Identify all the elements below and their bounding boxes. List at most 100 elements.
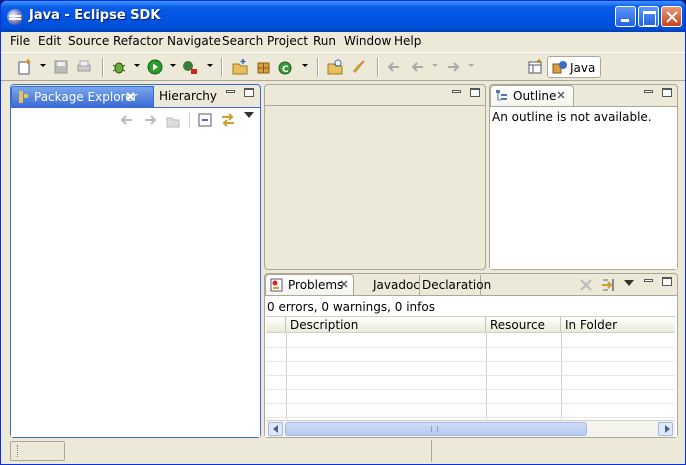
tab-hierarchy[interactable]: Hierarchy [157, 86, 217, 107]
tab-label: Hierarchy [159, 89, 218, 103]
collapse-all-icon[interactable] [198, 113, 212, 127]
grid-line [266, 375, 675, 376]
menu-search[interactable]: Search [222, 34, 263, 48]
menu-edit[interactable]: Edit [38, 34, 61, 48]
last-edit-location-icon[interactable] [386, 59, 402, 75]
chevron-right-icon [665, 425, 670, 433]
new-java-project-icon[interactable] [232, 59, 248, 75]
menu-file[interactable]: File [10, 34, 30, 48]
forward-dropdown-arrow-icon[interactable] [468, 64, 474, 67]
grid-line [486, 333, 487, 419]
menu-help[interactable]: Help [394, 34, 421, 48]
column-header-resource[interactable]: Resource [486, 317, 561, 332]
window-close-button[interactable] [661, 6, 682, 27]
minimize-icon[interactable] [452, 90, 461, 93]
chevron-left-icon [273, 425, 278, 433]
up-icon[interactable] [165, 112, 181, 128]
package-explorer-tree[interactable] [11, 131, 260, 437]
grip-icon [17, 445, 19, 457]
grid-line [561, 333, 562, 419]
view-menu-icon[interactable] [244, 112, 254, 118]
open-perspective-icon[interactable] [527, 59, 543, 75]
scrollbar-thumb[interactable] [285, 422, 587, 436]
menu-navigate[interactable]: Navigate [167, 34, 221, 48]
toolbar-separator [189, 112, 191, 128]
external-tools-dropdown-arrow-icon[interactable] [207, 64, 213, 67]
window-minimize-button[interactable] [615, 6, 636, 27]
filter-icon[interactable] [601, 277, 617, 293]
new-class-icon[interactable]: C [278, 59, 294, 75]
editor-body[interactable] [265, 105, 485, 269]
minimize-icon[interactable] [644, 90, 653, 93]
back-icon[interactable] [119, 112, 135, 128]
external-tools-icon[interactable] [182, 59, 198, 75]
column-label: In Folder [565, 318, 618, 332]
fast-view-bar[interactable] [10, 441, 65, 461]
new-wizard-icon[interactable] [17, 59, 33, 75]
eclipse-app-icon[interactable] [7, 9, 23, 25]
problems-table-body[interactable] [266, 333, 675, 419]
java-perspective-icon [552, 61, 567, 74]
window-maximize-button[interactable] [638, 6, 659, 27]
tab-problems[interactable]: Problems [265, 274, 354, 295]
print-icon[interactable] [76, 59, 92, 75]
outline-icon [496, 90, 507, 101]
column-header-description[interactable]: Description [286, 317, 486, 332]
editor-area [264, 84, 486, 270]
close-icon[interactable] [125, 91, 136, 102]
menu-window[interactable]: Window [344, 34, 391, 48]
grid-line [266, 347, 675, 348]
minimize-icon[interactable] [226, 90, 235, 93]
close-icon[interactable] [339, 279, 349, 289]
maximize-icon[interactable] [662, 88, 672, 97]
scroll-right-button[interactable] [658, 422, 673, 436]
back-icon[interactable] [410, 59, 426, 75]
forward-icon[interactable] [142, 112, 158, 128]
perspective-switcher-java[interactable]: Java [547, 56, 601, 78]
horizontal-scrollbar[interactable] [266, 420, 675, 437]
delete-icon[interactable] [579, 278, 593, 292]
open-type-icon[interactable] [327, 59, 343, 75]
run-icon[interactable] [147, 59, 163, 75]
debug-icon[interactable] [111, 59, 127, 75]
tab-outline[interactable]: Outline [490, 85, 574, 106]
column-header-in-folder[interactable]: In Folder [561, 317, 675, 332]
tab-package-explorer[interactable]: Package Explorer [11, 86, 154, 107]
maximize-icon[interactable] [662, 277, 672, 286]
tab-javadoc[interactable]: Javadoc [371, 275, 420, 296]
scroll-left-button[interactable] [268, 422, 283, 436]
minimize-icon[interactable] [644, 279, 653, 282]
column-header-icon[interactable] [266, 317, 286, 332]
menu-project[interactable]: Project [267, 34, 308, 48]
save-icon[interactable] [53, 59, 69, 75]
eclipse-window: Java - Eclipse SDK File Edit Source Refa… [0, 0, 686, 465]
perspective-label: Java [570, 61, 596, 75]
search-icon[interactable] [351, 59, 367, 75]
forward-icon[interactable] [445, 59, 461, 75]
tab-label: Problems [288, 278, 344, 292]
column-label: Description [290, 318, 359, 332]
debug-dropdown-arrow-icon[interactable] [134, 64, 140, 67]
tab-label: Declaration [422, 278, 492, 292]
tab-declaration[interactable]: Declaration [419, 275, 491, 296]
new-package-icon[interactable] [256, 59, 272, 75]
grid-line [266, 403, 675, 404]
view-menu-icon[interactable] [624, 280, 634, 286]
status-divider [431, 440, 432, 462]
run-dropdown-arrow-icon[interactable] [170, 64, 176, 67]
svg-text:C: C [282, 65, 289, 75]
maximize-icon[interactable] [470, 88, 480, 97]
menu-refactor[interactable]: Refactor [113, 34, 163, 48]
close-icon[interactable] [556, 90, 566, 100]
new-class-dropdown-arrow-icon[interactable] [302, 64, 308, 67]
title-bar[interactable]: Java - Eclipse SDK [1, 1, 685, 32]
menu-run[interactable]: Run [313, 34, 336, 48]
link-with-editor-icon[interactable] [219, 111, 237, 129]
back-dropdown-arrow-icon[interactable] [432, 64, 438, 67]
maximize-icon[interactable] [244, 88, 254, 97]
toolbar-separator [377, 58, 379, 77]
menu-source[interactable]: Source [68, 34, 109, 48]
problems-body: 0 errors, 0 warnings, 0 infos Descriptio… [265, 295, 677, 437]
new-dropdown-arrow-icon[interactable] [40, 64, 46, 67]
grip-icon [431, 426, 438, 432]
